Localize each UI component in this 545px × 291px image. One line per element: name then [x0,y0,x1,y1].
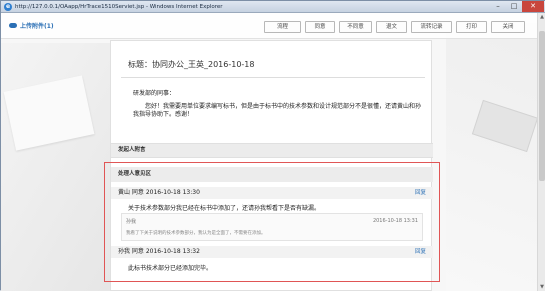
minimize-button[interactable]: – [490,1,506,12]
opinion-header-text: 孙我 同意 2016-10-18 13:32 [118,248,200,255]
reply-link[interactable]: 回复 [415,187,426,199]
scrollbar-thumb[interactable] [539,31,545,181]
opinion-header-text: 黄山 同意 2016-10-18 13:30 [118,189,200,196]
handler-opinion-section: 处理人意见区 [111,167,433,182]
ie-icon: e [4,3,12,11]
greeting: 研发部的同事： [133,90,176,97]
close-button[interactable]: 关闭 [491,21,525,33]
sub-comment-user: 孙我 [126,219,137,225]
maximize-button[interactable]: □ [506,1,522,12]
background-decoration [446,23,545,291]
flow-button[interactable]: 流程 [264,21,301,33]
page-content: 上传附件(1) 流程 同意 不同意 退文 流转记录 打印 关闭 标题：协同办公_… [1,13,545,291]
vertical-scrollbar[interactable]: ▲ ▼ [537,13,545,291]
title-bar: e http://127.0.0.1/OAapp/HrTrace1510Serv… [1,1,545,13]
sub-comment-text: 我看了下关于说明的技术参数部分，我认为是全面了，不需要在添加。 [126,231,266,236]
browser-window: e http://127.0.0.1/OAapp/HrTrace1510Serv… [0,0,545,291]
agree-button[interactable]: 同意 [305,21,335,33]
reply-link[interactable]: 回复 [415,246,426,258]
close-window-button[interactable]: ✕ [522,1,544,12]
disagree-button[interactable]: 不同意 [339,21,372,33]
sub-comment: 孙我 2016-10-18 13:31 我看了下关于说明的技术参数部分，我认为是… [121,213,423,241]
print-button[interactable]: 打印 [456,21,487,33]
flow-history-button[interactable]: 流转记录 [411,21,452,33]
upload-attachment-label: 上传附件(1) [20,23,54,30]
toolbar: 上传附件(1) 流程 同意 不同意 退文 流转记录 打印 关闭 [1,13,545,39]
opinion-header: 孙我 同意 2016-10-18 13:32 回复 [111,246,433,258]
upload-attachment-link[interactable]: 上传附件(1) [9,21,54,30]
document-title: 标题：协同办公_王英_2016-10-18 [128,60,255,69]
scroll-up-icon[interactable]: ▲ [538,13,545,21]
opinion-header: 黄山 同意 2016-10-18 13:30 回复 [111,187,433,199]
action-buttons: 流程 同意 不同意 退文 流转记录 打印 关闭 [264,21,529,33]
divider [121,77,425,78]
document-panel: 标题：协同办公_王英_2016-10-18 研发部的同事： 您好！我需要用单位要… [110,40,433,291]
initiator-remarks-section: 发起人附言 [111,143,433,158]
return-document-button[interactable]: 退文 [376,21,407,33]
document-body: 您好！我需要用单位要求编写标书，但是由于标书中的技术参数和设计规范部分不是很懂，… [133,103,422,118]
window-title: http://127.0.0.1/OAapp/HrTrace1510Servie… [15,4,223,10]
opinion-text: 关于技术参数部分我已经在标书中添加了，还请孙我帮看下是否有缺漏。 [128,205,321,212]
opinion-text: 此标书技术部分已经添加完毕。 [128,265,213,272]
upload-cloud-icon [9,23,17,28]
sub-comment-time: 2016-10-18 13:31 [372,218,418,224]
